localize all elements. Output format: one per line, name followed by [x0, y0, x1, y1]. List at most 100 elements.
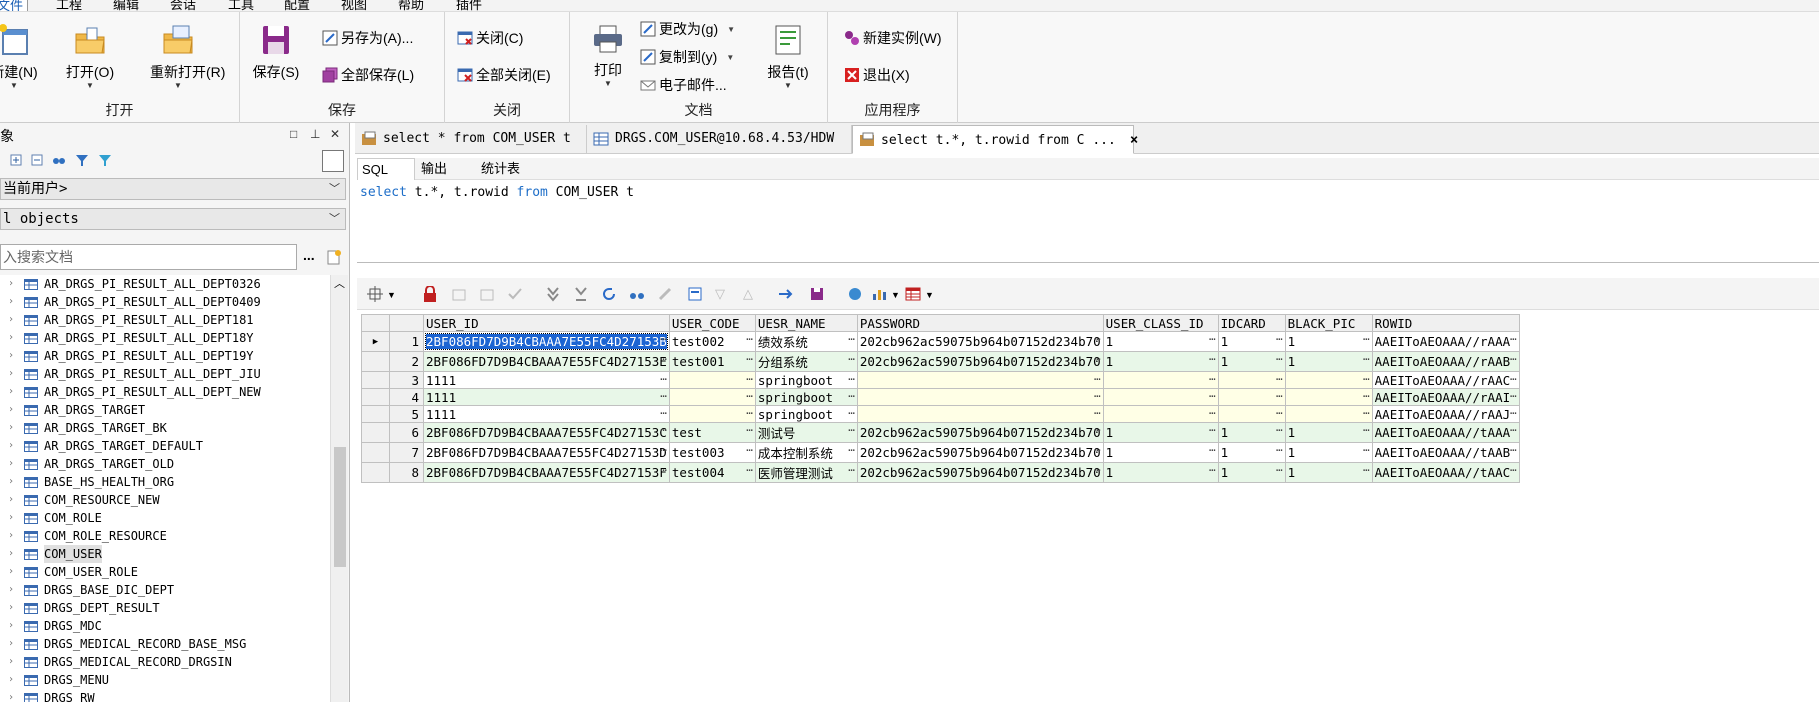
column-header[interactable]: USER_ID: [423, 314, 670, 332]
grid-cell[interactable]: 1…: [1102, 422, 1219, 443]
collapse-all-icon[interactable]: [31, 154, 43, 166]
tree-item[interactable]: › AR_DRGS_TARGET: [0, 401, 330, 419]
reopen-button[interactable]: 重新打开(R) ▼: [150, 20, 225, 100]
tree-item[interactable]: › DRGS_DEPT_RESULT: [0, 599, 330, 617]
row-indicator[interactable]: [361, 442, 390, 463]
cell-editor-button[interactable]: …: [660, 464, 667, 475]
toggle-box[interactable]: [322, 150, 344, 172]
cell-editor-button[interactable]: …: [1276, 444, 1283, 455]
expand-all-icon[interactable]: [10, 154, 22, 166]
grid-cell[interactable]: 2BF086FD7D9B4CBAAA7E55FC4D27153F…: [423, 462, 670, 483]
tree-item[interactable]: › DRGS_RW: [0, 689, 330, 702]
tree-item[interactable]: › AR_DRGS_PI_RESULT_ALL_DEPT_JIU: [0, 365, 330, 383]
grid-cell[interactable]: 1111…: [423, 388, 670, 406]
cell-editor-button[interactable]: …: [746, 424, 753, 435]
grid-cell[interactable]: test…: [668, 422, 756, 443]
cell-editor-button[interactable]: …: [1209, 373, 1216, 384]
cell-editor-button[interactable]: …: [1510, 464, 1517, 475]
restore-icon[interactable]: □: [290, 127, 297, 141]
tree-item[interactable]: › COM_ROLE_RESOURCE: [0, 527, 330, 545]
expand-arrow-icon[interactable]: ›: [8, 293, 14, 311]
expand-arrow-icon[interactable]: ›: [8, 365, 14, 383]
expand-arrow-icon[interactable]: ›: [8, 527, 14, 545]
cell-editor-button[interactable]: …: [1510, 390, 1517, 401]
cell-editor-button[interactable]: …: [848, 464, 855, 475]
grid-cell[interactable]: …: [1217, 405, 1286, 423]
tree-item[interactable]: › AR_DRGS_TARGET_OLD: [0, 455, 330, 473]
grid-cell[interactable]: AAEIToAEOAAA//rAAC…: [1371, 371, 1520, 389]
cell-editor-button[interactable]: …: [1276, 333, 1283, 344]
cell-editor-button[interactable]: …: [1510, 353, 1517, 364]
grid-cell[interactable]: …: [1102, 371, 1219, 389]
row-indicator[interactable]: [361, 422, 390, 443]
column-header[interactable]: USER_CODE: [668, 314, 756, 332]
tree-item[interactable]: › DRGS_MENU: [0, 671, 330, 689]
lock-icon[interactable]: [423, 286, 437, 302]
cell-editor-button[interactable]: …: [1094, 424, 1101, 435]
tree-item[interactable]: › COM_USER_ROLE: [0, 563, 330, 581]
expand-arrow-icon[interactable]: ›: [8, 599, 14, 617]
tree-item[interactable]: › DRGS_MDC: [0, 617, 330, 635]
grid-cell[interactable]: …: [856, 371, 1104, 389]
expand-arrow-icon[interactable]: ›: [8, 653, 14, 671]
expand-arrow-icon[interactable]: ›: [8, 401, 14, 419]
grid-cell[interactable]: 医师管理测试…: [754, 462, 858, 483]
grid-cell[interactable]: 2BF086FD7D9B4CBAAA7E55FC4D27153B…: [423, 331, 670, 352]
open-button[interactable]: 打开(O) ▼: [62, 20, 118, 100]
table-row[interactable]: 6 2BF086FD7D9B4CBAAA7E55FC4D27153C… test… 测…: [361, 422, 1520, 443]
cell-editor-button[interactable]: …: [1209, 444, 1216, 455]
expand-arrow-icon[interactable]: ›: [8, 581, 14, 599]
tab-sql[interactable]: SQL: [357, 158, 415, 180]
tree-item[interactable]: › AR_DRGS_PI_RESULT_ALL_DEPT_NEW: [0, 383, 330, 401]
grid-cell[interactable]: …: [856, 405, 1104, 423]
cell-editor-button[interactable]: …: [1510, 407, 1517, 418]
tab-select-rowid[interactable]: select t.*, t.rowid from C ... ×: [852, 125, 1138, 154]
cell-editor-button[interactable]: …: [660, 353, 667, 364]
grid-cell[interactable]: 1…: [1284, 422, 1373, 443]
cell-editor-button[interactable]: …: [1209, 353, 1216, 364]
table-row[interactable]: 2 2BF086FD7D9B4CBAAA7E55FC4D27153E… test00…: [361, 351, 1520, 372]
grid-cell[interactable]: 1…: [1102, 351, 1219, 372]
grid-cell[interactable]: 202cb962ac59075b964b07152d234b70…: [856, 351, 1104, 372]
copy-to-button[interactable]: 复制到(y) ▼: [640, 46, 734, 68]
pin-icon[interactable]: ⊥: [310, 127, 320, 141]
grid-cell[interactable]: 202cb962ac59075b964b07152d234b70…: [856, 331, 1104, 352]
menu-tools[interactable]: 工具: [228, 0, 254, 11]
tree-item[interactable]: › AR_DRGS_PI_RESULT_ALL_DEPT18Y: [0, 329, 330, 347]
grid-cell[interactable]: …: [668, 371, 756, 389]
grid-cell[interactable]: test002…: [668, 331, 756, 352]
search-options-button[interactable]: ...: [303, 247, 315, 263]
column-header[interactable]: BLACK_PIC: [1284, 314, 1373, 332]
cell-editor-button[interactable]: …: [1209, 333, 1216, 344]
expand-arrow-icon[interactable]: ›: [8, 563, 14, 581]
email-button[interactable]: 电子邮件...: [640, 74, 727, 96]
cell-editor-button[interactable]: …: [1363, 333, 1370, 344]
cell-editor-button[interactable]: …: [660, 390, 667, 401]
grid-cell[interactable]: …: [1284, 371, 1373, 389]
query-by-example-icon[interactable]: [687, 286, 703, 302]
grid-cell[interactable]: …: [668, 405, 756, 423]
cell-editor-button[interactable]: …: [1363, 424, 1370, 435]
tab-output[interactable]: 输出: [417, 158, 473, 180]
expand-arrow-icon[interactable]: ›: [8, 617, 14, 635]
grid-cell[interactable]: 1111…: [423, 371, 670, 389]
menu-help[interactable]: 帮助: [398, 0, 424, 11]
save-as-button[interactable]: 另存为(A)...: [322, 27, 413, 49]
grid-cell[interactable]: springboot…: [754, 388, 858, 406]
grid-cell[interactable]: springboot…: [754, 405, 858, 423]
tree-item[interactable]: › DRGS_BASE_DIC_DEPT: [0, 581, 330, 599]
grid-cell[interactable]: 测试号…: [754, 422, 858, 443]
menu-view[interactable]: 视图: [341, 0, 367, 11]
cell-editor-button[interactable]: …: [848, 390, 855, 401]
menu-session[interactable]: 会话: [170, 0, 196, 11]
chevron-down-icon[interactable]: ▼: [925, 290, 934, 300]
scroll-thumb[interactable]: [334, 447, 346, 567]
grid-settings-icon[interactable]: [367, 286, 383, 302]
table-row[interactable]: 3 1111…… springboot…………… AAEIToAEOAAA//rAAC…: [361, 371, 1520, 389]
cell-editor-button[interactable]: …: [1094, 353, 1101, 364]
menu-file[interactable]: 文件: [0, 0, 29, 11]
cell-editor-button[interactable]: …: [1510, 333, 1517, 344]
grid-cell[interactable]: 202cb962ac59075b964b07152d234b70…: [856, 462, 1104, 483]
grid-cell[interactable]: …: [1217, 388, 1286, 406]
link-icon[interactable]: [847, 286, 863, 302]
